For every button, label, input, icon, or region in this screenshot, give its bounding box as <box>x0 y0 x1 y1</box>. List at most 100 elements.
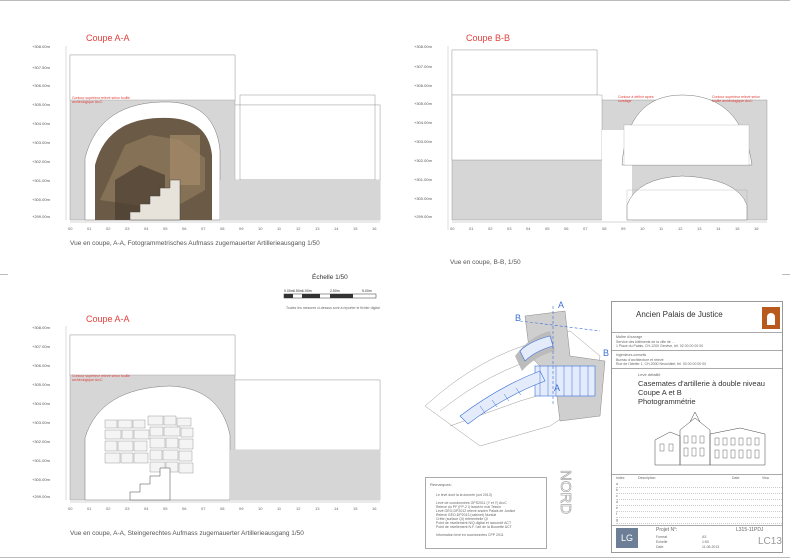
meta-key: Format <box>656 535 668 539</box>
drawing-sheet: Coupe A-A +308.00m +307.50m +306.00m +30… <box>0 0 790 558</box>
note-bottom-left: Contour supérieur relevé selon fouille a… <box>72 374 130 382</box>
plan-view: A A B B <box>424 300 609 447</box>
svg-text:+308.00m: +308.00m <box>414 44 433 49</box>
svg-text:11: 11 <box>277 506 282 511</box>
plan-label-b: B <box>515 313 521 323</box>
level-label: +305.00m <box>32 102 51 107</box>
svg-text:03: 03 <box>125 506 130 511</box>
svg-text:+307.00m: +307.00m <box>32 344 51 349</box>
client-label: Maître d'ouvrage <box>616 335 643 339</box>
svg-text:11: 11 <box>277 226 282 231</box>
remarks-line: Le levé dont la la donnée (oct 2013) <box>436 493 492 497</box>
client-line: 1 Place du Palais, CH-1200 Genève, tél. … <box>616 344 704 348</box>
svg-text:00: 00 <box>450 226 455 231</box>
svg-text:+299.00m: +299.00m <box>414 214 433 219</box>
level-label: +303.00m <box>32 140 51 145</box>
svg-text:14: 14 <box>716 226 721 231</box>
svg-text:+306.00m: +306.00m <box>32 363 51 368</box>
svg-text:15: 15 <box>735 226 740 231</box>
svg-text:03: 03 <box>125 226 130 231</box>
axis-labels: 00 01 02 03 04 05 06 07 08 09 10 11 12 1… <box>68 506 377 511</box>
scale-mark: 2.50m <box>330 289 340 293</box>
axis-labels: 00 01 02 03 04 05 06 07 08 09 10 11 12 1… <box>450 226 759 231</box>
svg-text:08: 08 <box>220 506 225 511</box>
axis-labels: 00 01 02 03 04 05 06 07 08 09 10 11 12 1… <box>68 226 377 231</box>
svg-text:06: 06 <box>182 506 187 511</box>
svg-text:+303.00m: +303.00m <box>414 139 433 144</box>
level-ticks: +308.00m +307.00m +306.00m +305.00m +304… <box>32 325 51 499</box>
svg-text:00: 00 <box>68 506 73 511</box>
plan-label-b: B <box>603 348 609 358</box>
svg-text:00: 00 <box>68 226 73 231</box>
svg-text:12: 12 <box>296 226 301 231</box>
meta-key: Echelle <box>656 540 668 544</box>
svg-text:05: 05 <box>163 506 168 511</box>
level-label: +302.00m <box>32 159 51 164</box>
svg-text:+300.00m: +300.00m <box>32 477 51 482</box>
svg-text:+304.00m: +304.00m <box>414 120 433 125</box>
svg-text:02: 02 <box>106 506 111 511</box>
scale-mark: 5.00m <box>362 289 372 293</box>
svg-text:07: 07 <box>583 226 588 231</box>
svg-text:04: 04 <box>144 226 149 231</box>
svg-text:+305.00m: +305.00m <box>32 382 51 387</box>
svg-text:15: 15 <box>353 506 358 511</box>
svg-text:+300.00m: +300.00m <box>414 196 433 201</box>
index-header: Description <box>638 476 656 480</box>
fold-line-top <box>0 0 790 1</box>
title-block: Ancien Palais de Justice Maître d'ouvrag… <box>611 301 783 553</box>
svg-text:04: 04 <box>526 226 531 231</box>
svg-text:14: 14 <box>334 506 339 511</box>
meta-value: 11.06.2013 <box>702 545 720 549</box>
plan-label-a: A <box>554 383 560 393</box>
svg-text:+307.00m: +307.00m <box>414 64 433 69</box>
index-header: Date <box>732 476 740 480</box>
building-sketch <box>654 411 766 466</box>
level-label: +299.00m <box>32 214 51 219</box>
svg-text:12: 12 <box>296 506 301 511</box>
logo-emblem <box>762 307 780 329</box>
section-drawing-bottom-left: +308.00m +307.00m +306.00m +305.00m +304… <box>32 325 381 511</box>
sheet-id: LC13 <box>758 536 782 547</box>
level-label: +307.50m <box>32 65 51 70</box>
drawing-title-line: Photogrammétrie <box>638 397 696 406</box>
svg-text:16: 16 <box>754 226 759 231</box>
svg-text:+303.00m: +303.00m <box>32 420 51 425</box>
index-header: Index <box>616 476 625 480</box>
svg-text:02: 02 <box>488 226 493 231</box>
svg-text:11: 11 <box>659 226 664 231</box>
svg-text:10: 10 <box>640 226 645 231</box>
svg-text:08: 08 <box>602 226 607 231</box>
section-drawing-top-left: +308.00m +307.50m +306.00m +305.00m +304… <box>32 44 381 231</box>
svg-text:06: 06 <box>564 226 569 231</box>
engineer-line: Rue de l'Atelier 1, CH-2000 Neuchâtel, t… <box>616 362 707 366</box>
scale-title: Échelle 1/50 <box>312 274 348 281</box>
svg-text:13: 13 <box>315 506 320 511</box>
svg-text:+304.00m: +304.00m <box>32 401 51 406</box>
level-ticks: +308.00m +307.50m +306.00m +305.00m +304… <box>32 44 51 219</box>
svg-text:05: 05 <box>545 226 550 231</box>
scale-note: Toutes les mesures ci-dessus sont à repo… <box>286 306 380 310</box>
svg-text:+308.00m: +308.00m <box>32 325 51 330</box>
svg-text:+302.00m: +302.00m <box>414 158 433 163</box>
drawing-title-line: Casemates d'artillerie à double niveau <box>638 379 765 388</box>
fold-line-mid <box>0 274 8 275</box>
svg-text:04: 04 <box>144 506 149 511</box>
svg-text:05: 05 <box>163 226 168 231</box>
index-header: Visa <box>762 476 769 480</box>
note-top-right-left: Contour à définir après sondage <box>618 95 654 103</box>
svg-text:+301.00m: +301.00m <box>414 177 433 182</box>
fold-line-mid-right <box>782 274 790 275</box>
note-top-right-right: Contour supérieur relevé selon fouille a… <box>712 95 760 103</box>
svg-text:03: 03 <box>507 226 512 231</box>
level-label: +304.00m <box>32 121 51 126</box>
svg-text:01: 01 <box>87 506 92 511</box>
level-label: +308.00m <box>32 44 51 49</box>
svg-text:16: 16 <box>372 226 377 231</box>
svg-text:+302.00m: +302.00m <box>32 439 51 444</box>
caption-bottom-left: Vue en coupe, A-A, Steingerechtes Aufmas… <box>70 530 304 537</box>
company-logo-text: LG <box>620 533 633 543</box>
engineer-label: Ingénieurs-conseils <box>616 353 647 357</box>
svg-text:12: 12 <box>678 226 683 231</box>
caption-top-right: Vue en coupe, B-B, 1/50 <box>450 259 521 266</box>
